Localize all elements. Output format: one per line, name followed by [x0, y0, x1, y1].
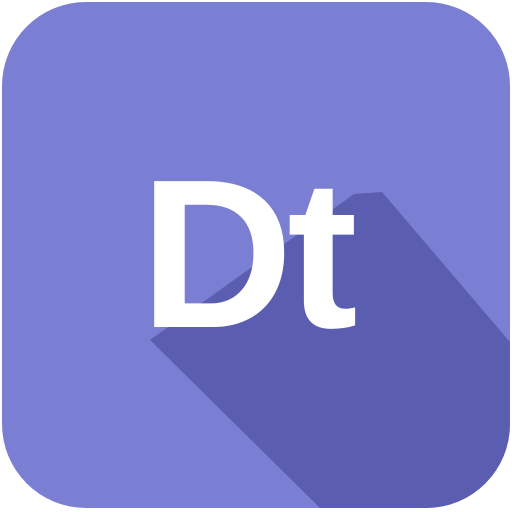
app-icon-canvas: Dt	[0, 0, 512, 512]
icon-label-dt: Dt	[140, 135, 358, 372]
app-icon-tile: Dt	[2, 2, 510, 508]
